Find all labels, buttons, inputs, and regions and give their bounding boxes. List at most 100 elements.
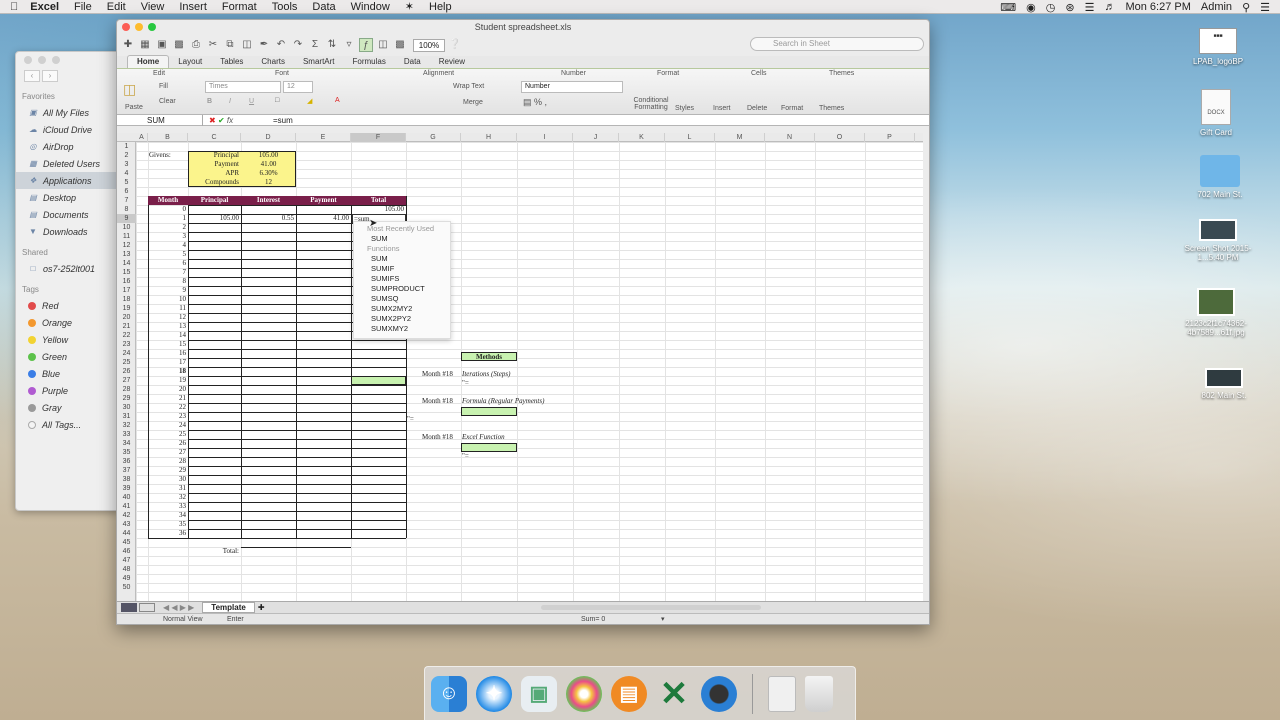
desktop-icon-screenshot[interactable]: Screen Shot 2015-1...5.40 PM — [1178, 219, 1258, 262]
tag-purple[interactable]: Purple — [16, 382, 119, 399]
tag-all-tags[interactable]: All Tags... — [16, 416, 119, 433]
media-browser-icon[interactable]: ▩ — [393, 38, 407, 52]
month-cell[interactable]: 5 — [148, 250, 188, 259]
month-cell[interactable]: 23 — [148, 412, 188, 421]
month-cell[interactable]: 16 — [148, 349, 188, 358]
menu-tools[interactable]: Tools — [272, 1, 298, 13]
formula-builder-icon[interactable]: ƒ — [359, 38, 373, 52]
zoom-icon[interactable] — [52, 56, 60, 64]
sidebar-toggle-icon[interactable]: ◫ — [376, 38, 390, 52]
menu-file[interactable]: File — [74, 1, 92, 13]
close-icon[interactable] — [24, 56, 32, 64]
wrap-text-button[interactable]: Wrap Text — [453, 83, 484, 90]
fill-button[interactable]: Fill — [159, 83, 168, 90]
status-sum-dropdown-icon[interactable]: ▾ — [661, 615, 665, 623]
user-menu[interactable]: Admin — [1201, 1, 1232, 13]
month-cell[interactable]: 25 — [148, 430, 188, 439]
name-box[interactable]: SUM — [117, 114, 203, 126]
script-menu-icon[interactable]: ✶ — [405, 0, 414, 13]
month-cell[interactable]: 2 — [148, 223, 188, 232]
finder-dock-icon[interactable]: ☺ — [431, 675, 467, 712]
month-cell[interactable]: 33 — [148, 502, 188, 511]
ibooks-dock-icon[interactable]: ▤ — [611, 675, 647, 712]
record-icon[interactable]: ◉ — [1026, 1, 1036, 14]
tab-charts[interactable]: Charts — [252, 56, 294, 68]
cell-payment-row9[interactable]: 41.00 — [296, 214, 351, 223]
number-format-select[interactable]: Number — [521, 81, 623, 93]
month-cell[interactable]: 7 — [148, 268, 188, 277]
themes-button[interactable]: Themes — [819, 105, 844, 112]
tag-orange[interactable]: Orange — [16, 314, 119, 331]
format-cells-button[interactable]: Format — [781, 105, 803, 112]
menu-edit[interactable]: Edit — [107, 1, 126, 13]
sidebar-item-icloud-drive[interactable]: ☁ iCloud Drive — [16, 121, 119, 138]
sidebar-item-downloads[interactable]: ▼ Downloads — [16, 223, 119, 240]
italic-button[interactable]: I — [229, 98, 231, 105]
gallery-icon[interactable]: ▦ — [138, 38, 152, 52]
minimize-window-icon[interactable] — [135, 23, 143, 31]
format-painter-icon[interactable]: ✒ — [257, 38, 271, 52]
merge-button[interactable]: Merge — [463, 99, 483, 106]
font-color-icon[interactable]: A — [335, 97, 340, 104]
notification-center-icon[interactable]: ☰ — [1260, 1, 1270, 14]
month-cell[interactable]: 1 — [148, 214, 188, 223]
paste-button[interactable]: Paste — [125, 104, 143, 111]
method2-eq[interactable]: "= — [407, 415, 414, 424]
month-cell[interactable]: 32 — [148, 493, 188, 502]
save-icon[interactable]: ▩ — [172, 38, 186, 52]
menu-format[interactable]: Format — [222, 1, 257, 13]
menu-window[interactable]: Window — [351, 1, 390, 13]
autocomplete-item[interactable]: SUM — [354, 254, 450, 264]
trash-dock-icon[interactable] — [805, 675, 833, 712]
month-cell[interactable]: 12 — [148, 313, 188, 322]
sidebar-item-applications[interactable]: ❖ Applications — [16, 172, 119, 189]
formula-fx-icon[interactable]: ✖ ✔ fx — [203, 116, 273, 125]
cell-total-row8[interactable]: 105.00 — [351, 205, 406, 214]
month-cell[interactable]: 13 — [148, 322, 188, 331]
autocomplete-item[interactable]: SUMX2PY2 — [354, 314, 450, 324]
status-sum[interactable]: Sum= 0 — [581, 616, 605, 623]
sidebar-item-shared-computer[interactable]: □ os7-252lt001 — [16, 260, 119, 277]
bluetooth-icon[interactable]: ⊛ — [1065, 1, 1074, 14]
time-machine-icon[interactable]: ◷ — [1046, 1, 1056, 14]
month-cell[interactable]: 0 — [148, 205, 188, 214]
borders-icon[interactable]: □ — [275, 97, 279, 104]
given-apr-value[interactable]: 6.30% — [241, 169, 296, 178]
wifi-icon[interactable]: ☰ — [1085, 1, 1095, 14]
month-cell[interactable]: 26 — [148, 439, 188, 448]
percent-icon[interactable]: ▤ % , — [523, 97, 547, 108]
conditional-formatting-button[interactable]: Conditional Formatting — [631, 97, 671, 111]
cut-icon[interactable]: ✂ — [206, 38, 220, 52]
tab-tables[interactable]: Tables — [211, 56, 252, 68]
menu-app-name[interactable]: Excel — [30, 1, 59, 13]
sidebar-item-deleted-users[interactable]: ▦ Deleted Users — [16, 155, 119, 172]
cancel-icon[interactable]: ✖ — [209, 116, 216, 125]
month-cell[interactable]: 20 — [148, 385, 188, 394]
menu-view[interactable]: View — [141, 1, 165, 13]
autocomplete-item[interactable]: SUMSQ — [354, 294, 450, 304]
autocomplete-item[interactable]: SUMX2MY2 — [354, 304, 450, 314]
month-cell[interactable]: 29 — [148, 466, 188, 475]
desktop-icon-lpab-logo[interactable]: ■■■ LPAB_logoBP — [1178, 28, 1258, 66]
autocomplete-item[interactable]: SUMIFS — [354, 274, 450, 284]
sidebar-item-airdrop[interactable]: ◎ AirDrop — [16, 138, 119, 155]
month-cell[interactable]: 36 — [148, 529, 188, 538]
month-cell[interactable]: 4 — [148, 241, 188, 250]
month-cell[interactable]: 8 — [148, 277, 188, 286]
open-icon[interactable]: ▣ — [155, 38, 169, 52]
spreadsheet-grid[interactable]: ABCDEFGHIJKLMNOP 1 2 3 4 5 6 7 8 9 10 11 12 13 14 15 16… — [117, 133, 923, 601]
redo-icon[interactable]: ↷ — [291, 38, 305, 52]
month-cell[interactable]: 35 — [148, 520, 188, 529]
insert-cells-button[interactable]: Insert — [713, 105, 731, 112]
month-cell[interactable]: 21 — [148, 394, 188, 403]
copy-icon[interactable]: ⧉ — [223, 38, 237, 52]
desktop-icon-gift-card[interactable]: DOCX Gift Card — [1176, 89, 1256, 137]
method2-answer-cell[interactable] — [461, 407, 517, 416]
month-cell[interactable]: 17 — [148, 358, 188, 367]
autocomplete-item[interactable]: SUMXMY2 — [354, 324, 450, 334]
method1-eq[interactable]: "= — [462, 379, 469, 388]
print-icon[interactable]: ⎙ — [189, 38, 203, 52]
paste-icon[interactable]: ◫ — [123, 81, 136, 98]
sheet-tab-template[interactable]: Template — [202, 602, 255, 613]
highlight-cell-f26[interactable] — [351, 376, 406, 385]
